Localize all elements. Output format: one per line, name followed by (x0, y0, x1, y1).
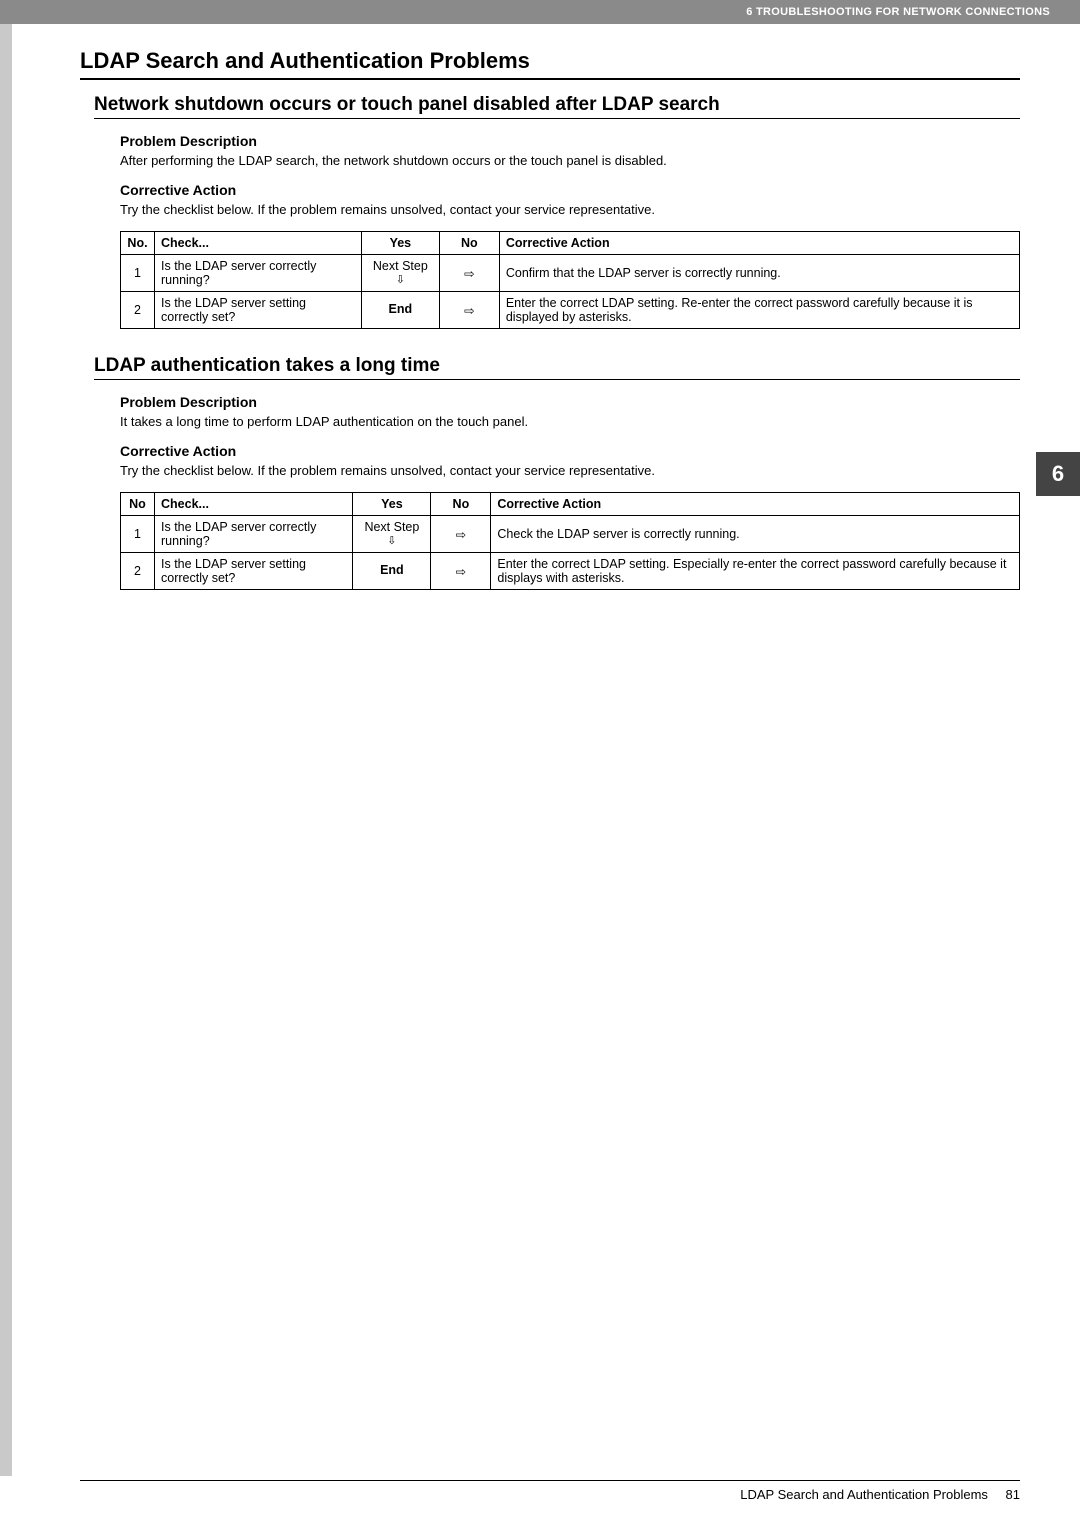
cell-yes: Next Step ⇩ (353, 516, 431, 553)
section2-body: Problem Description It takes a long time… (80, 394, 1020, 590)
section1-table: No. Check... Yes No Corrective Action 1 … (120, 231, 1020, 329)
cell-yes: Next Step ⇩ (361, 255, 439, 292)
section1-problem-heading: Problem Description (120, 133, 1020, 149)
th-noo: No (431, 493, 491, 516)
cell-check: Is the LDAP server correctly running? (155, 255, 362, 292)
cell-no: 2 (121, 292, 155, 329)
table-row: 1 Is the LDAP server correctly running? … (121, 516, 1020, 553)
right-arrow-icon: ⇨ (439, 292, 499, 329)
table-header-row: No. Check... Yes No Corrective Action (121, 232, 1020, 255)
section2-problem-text: It takes a long time to perform LDAP aut… (120, 414, 1020, 429)
th-action: Corrective Action (491, 493, 1020, 516)
yes-top: End (359, 564, 424, 578)
down-arrow-icon: ⇩ (368, 274, 433, 286)
section1-problem-text: After performing the LDAP search, the ne… (120, 153, 1020, 168)
yes-top: Next Step (359, 521, 424, 535)
section1-corrective-heading: Corrective Action (120, 182, 1020, 198)
cell-action: Enter the correct LDAP setting. Re-enter… (499, 292, 1019, 329)
section2-table: No Check... Yes No Corrective Action 1 I… (120, 492, 1020, 590)
th-noo: No (439, 232, 499, 255)
cell-action: Confirm that the LDAP server is correctl… (499, 255, 1019, 292)
chapter-number: 6 (1052, 461, 1064, 487)
page-footer: LDAP Search and Authentication Problems … (80, 1480, 1020, 1502)
section1-title: Network shutdown occurs or touch panel d… (80, 94, 1020, 116)
left-margin-stripe (0, 24, 12, 1476)
cell-action: Check the LDAP server is correctly runni… (491, 516, 1020, 553)
table-row: 1 Is the LDAP server correctly running? … (121, 255, 1020, 292)
section1-corrective-text: Try the checklist below. If the problem … (120, 202, 1020, 217)
th-no: No. (121, 232, 155, 255)
table-row: 2 Is the LDAP server setting correctly s… (121, 292, 1020, 329)
section1-body: Problem Description After performing the… (80, 133, 1020, 329)
section2-corrective-text: Try the checklist below. If the problem … (120, 463, 1020, 478)
cell-no: 2 (121, 553, 155, 590)
yes-top: End (368, 303, 433, 317)
right-arrow-icon: ⇨ (439, 255, 499, 292)
section1-rule (94, 118, 1020, 119)
cell-no: 1 (121, 516, 155, 553)
cell-yes: End (353, 553, 431, 590)
th-no: No (121, 493, 155, 516)
th-yes: Yes (361, 232, 439, 255)
cell-yes: End (361, 292, 439, 329)
th-action: Corrective Action (499, 232, 1019, 255)
th-yes: Yes (353, 493, 431, 516)
footer-section-label: LDAP Search and Authentication Problems (740, 1487, 988, 1502)
down-arrow-icon: ⇩ (359, 535, 424, 547)
section2-title: LDAP authentication takes a long time (80, 355, 1020, 377)
table-header-row: No Check... Yes No Corrective Action (121, 493, 1020, 516)
cell-action: Enter the correct LDAP setting. Especial… (491, 553, 1020, 590)
section2-corrective-heading: Corrective Action (120, 443, 1020, 459)
table-row: 2 Is the LDAP server setting correctly s… (121, 553, 1020, 590)
page-content: LDAP Search and Authentication Problems … (0, 24, 1080, 590)
cell-check: Is the LDAP server setting correctly set… (155, 292, 362, 329)
th-check: Check... (155, 232, 362, 255)
cell-check: Is the LDAP server correctly running? (155, 516, 353, 553)
page-title: LDAP Search and Authentication Problems (80, 48, 1020, 74)
chapter-header: 6 TROUBLESHOOTING FOR NETWORK CONNECTION… (0, 0, 1080, 24)
chapter-side-tab: 6 (1036, 452, 1080, 496)
right-arrow-icon: ⇨ (431, 516, 491, 553)
footer-page-number: 81 (1006, 1487, 1020, 1502)
section2-rule (94, 379, 1020, 380)
th-check: Check... (155, 493, 353, 516)
right-arrow-icon: ⇨ (431, 553, 491, 590)
chapter-header-text: 6 TROUBLESHOOTING FOR NETWORK CONNECTION… (746, 6, 1050, 18)
cell-no: 1 (121, 255, 155, 292)
cell-check: Is the LDAP server setting correctly set… (155, 553, 353, 590)
yes-top: Next Step (368, 260, 433, 274)
section2-problem-heading: Problem Description (120, 394, 1020, 410)
h1-rule (80, 78, 1020, 80)
